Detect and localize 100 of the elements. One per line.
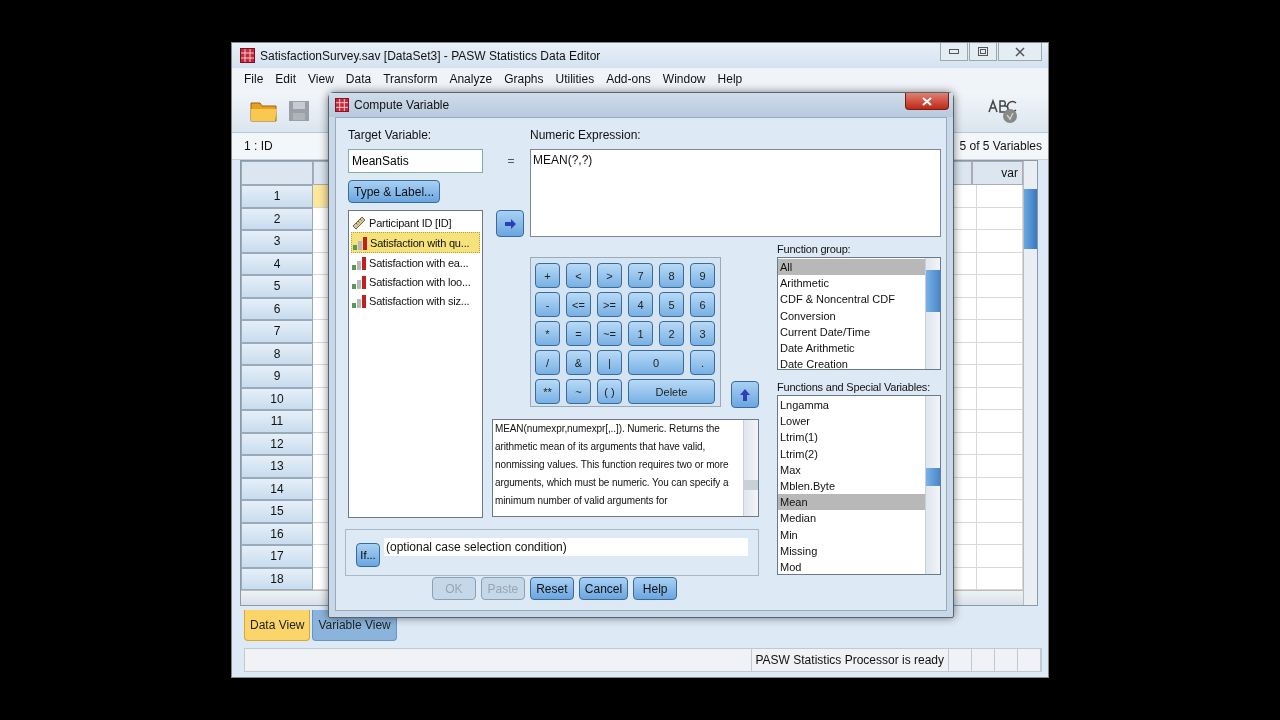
row-header[interactable]: 7 bbox=[241, 320, 313, 343]
view-tab[interactable]: Data View bbox=[244, 610, 311, 641]
row-header[interactable]: 16 bbox=[241, 522, 313, 545]
function-item[interactable]: Max bbox=[778, 461, 925, 478]
row-header[interactable]: 2 bbox=[241, 207, 313, 230]
keypad-key[interactable]: 2 bbox=[659, 321, 684, 346]
keypad-key[interactable]: ~= bbox=[597, 321, 622, 346]
move-up-button[interactable] bbox=[731, 381, 759, 408]
dialog-button[interactable]: Reset bbox=[529, 577, 574, 600]
function-item[interactable]: Mean bbox=[778, 494, 925, 511]
function-item[interactable]: Mblen.Byte bbox=[778, 477, 925, 495]
keypad-key[interactable]: 6 bbox=[690, 292, 715, 317]
variable-item[interactable]: Satisfaction with siz... bbox=[351, 291, 480, 310]
scrollbar[interactable] bbox=[743, 420, 758, 516]
close-button[interactable] bbox=[905, 93, 949, 110]
menu-item[interactable]: Transform bbox=[383, 72, 438, 86]
function-item[interactable]: Median bbox=[778, 510, 925, 527]
keypad-key[interactable]: ** bbox=[535, 379, 560, 404]
expression-field[interactable]: MEAN(?,?) bbox=[530, 149, 941, 237]
dialog-button[interactable]: Help bbox=[633, 577, 678, 600]
menu-item[interactable]: Help bbox=[717, 72, 743, 86]
row-header[interactable]: 10 bbox=[241, 387, 313, 410]
keypad-key[interactable]: - bbox=[535, 292, 560, 317]
function-group-item[interactable]: Current Date/Time bbox=[778, 323, 925, 340]
function-item[interactable]: Lower bbox=[778, 413, 925, 430]
function-item[interactable]: Mod bbox=[778, 558, 925, 574]
row-header[interactable]: 1 bbox=[241, 185, 313, 208]
scrollbar[interactable] bbox=[925, 258, 940, 369]
menu-item[interactable]: Analyze bbox=[449, 72, 493, 86]
row-header[interactable]: 4 bbox=[241, 252, 313, 275]
menu-item[interactable]: Data bbox=[345, 72, 372, 86]
menu-item[interactable]: Window bbox=[662, 72, 706, 86]
row-header[interactable]: 8 bbox=[241, 342, 313, 365]
keypad-key[interactable]: = bbox=[566, 321, 591, 346]
keypad-key[interactable]: 3 bbox=[690, 321, 715, 346]
menu-item[interactable]: Utilities bbox=[555, 72, 595, 86]
function-item[interactable]: Min bbox=[778, 526, 925, 543]
if-button[interactable]: If... bbox=[356, 543, 380, 567]
minimize-button[interactable] bbox=[940, 43, 968, 61]
target-variable-field[interactable]: MeanSatis bbox=[348, 149, 483, 173]
keypad-key[interactable]: 9 bbox=[690, 263, 715, 288]
menu-item[interactable]: Add-ons bbox=[606, 72, 651, 86]
scrollbar[interactable] bbox=[925, 396, 940, 574]
keypad-key[interactable]: 8 bbox=[659, 263, 684, 288]
function-item[interactable]: Ltrim(1) bbox=[778, 429, 925, 446]
keypad-key[interactable]: * bbox=[535, 321, 560, 346]
folder-icon[interactable] bbox=[250, 99, 278, 123]
keypad-key[interactable]: 5 bbox=[659, 292, 684, 317]
variable-item[interactable]: Satisfaction with loo... bbox=[351, 272, 480, 291]
dialog-button[interactable]: Cancel bbox=[578, 577, 629, 600]
function-item[interactable]: Lngamma bbox=[778, 397, 925, 414]
keypad-key[interactable]: 1 bbox=[628, 321, 653, 346]
function-group-item[interactable]: Date Creation bbox=[778, 356, 925, 369]
function-group-item[interactable]: All bbox=[778, 259, 925, 276]
function-group-item[interactable]: Conversion bbox=[778, 307, 925, 324]
spell-check-icon[interactable] bbox=[986, 98, 1018, 124]
keypad-key[interactable]: / bbox=[535, 350, 560, 375]
menu-item[interactable]: View bbox=[308, 72, 334, 86]
vertical-scrollbar[interactable] bbox=[1023, 161, 1037, 605]
row-header[interactable]: 9 bbox=[241, 365, 313, 388]
keypad-key[interactable]: & bbox=[566, 350, 591, 375]
keypad-key[interactable]: . bbox=[690, 350, 715, 375]
row-header[interactable]: 3 bbox=[241, 230, 313, 253]
keypad-key[interactable]: >= bbox=[597, 292, 622, 317]
row-header[interactable]: 12 bbox=[241, 432, 313, 455]
row-header[interactable]: 11 bbox=[241, 410, 313, 433]
move-right-button[interactable] bbox=[496, 210, 524, 237]
keypad-key[interactable]: <= bbox=[566, 292, 591, 317]
function-item[interactable]: Missing bbox=[778, 542, 925, 559]
keypad-key[interactable]: ( ) bbox=[597, 379, 622, 404]
row-header[interactable]: 18 bbox=[241, 567, 313, 590]
keypad-key[interactable]: 0 bbox=[628, 350, 684, 375]
keypad-key[interactable]: + bbox=[535, 263, 560, 288]
keypad-key[interactable]: 7 bbox=[628, 263, 653, 288]
function-group-item[interactable]: Date Arithmetic bbox=[778, 339, 925, 357]
row-header[interactable]: 17 bbox=[241, 545, 313, 568]
variable-item[interactable]: Participant ID [ID] bbox=[351, 213, 480, 232]
keypad-key[interactable]: ~ bbox=[566, 379, 591, 404]
menu-item[interactable]: File bbox=[244, 72, 264, 86]
save-icon[interactable] bbox=[288, 100, 310, 122]
type-label-button[interactable]: Type & Label... bbox=[348, 180, 441, 203]
maximize-button[interactable] bbox=[969, 43, 997, 61]
keypad-key[interactable]: Delete bbox=[628, 379, 715, 404]
row-header[interactable]: 5 bbox=[241, 275, 313, 298]
row-header[interactable]: 14 bbox=[241, 477, 313, 500]
variable-item[interactable]: Satisfaction with qu... bbox=[351, 232, 480, 253]
row-header[interactable]: 15 bbox=[241, 500, 313, 523]
keypad-key[interactable]: 4 bbox=[628, 292, 653, 317]
menu-item[interactable]: Graphs bbox=[504, 72, 544, 86]
function-item[interactable]: Ltrim(2) bbox=[778, 445, 925, 462]
row-header[interactable]: 6 bbox=[241, 297, 313, 320]
function-group-item[interactable]: Arithmetic bbox=[778, 275, 925, 292]
variable-item[interactable]: Satisfaction with ea... bbox=[351, 253, 480, 272]
keypad-key[interactable]: > bbox=[597, 263, 622, 288]
keypad-key[interactable]: < bbox=[566, 263, 591, 288]
column-header[interactable]: var bbox=[972, 161, 1023, 185]
menu-item[interactable]: Edit bbox=[275, 72, 297, 86]
function-group-item[interactable]: CDF & Noncentral CDF bbox=[778, 291, 925, 308]
row-header[interactable]: 13 bbox=[241, 455, 313, 478]
keypad-key[interactable]: | bbox=[597, 350, 622, 375]
